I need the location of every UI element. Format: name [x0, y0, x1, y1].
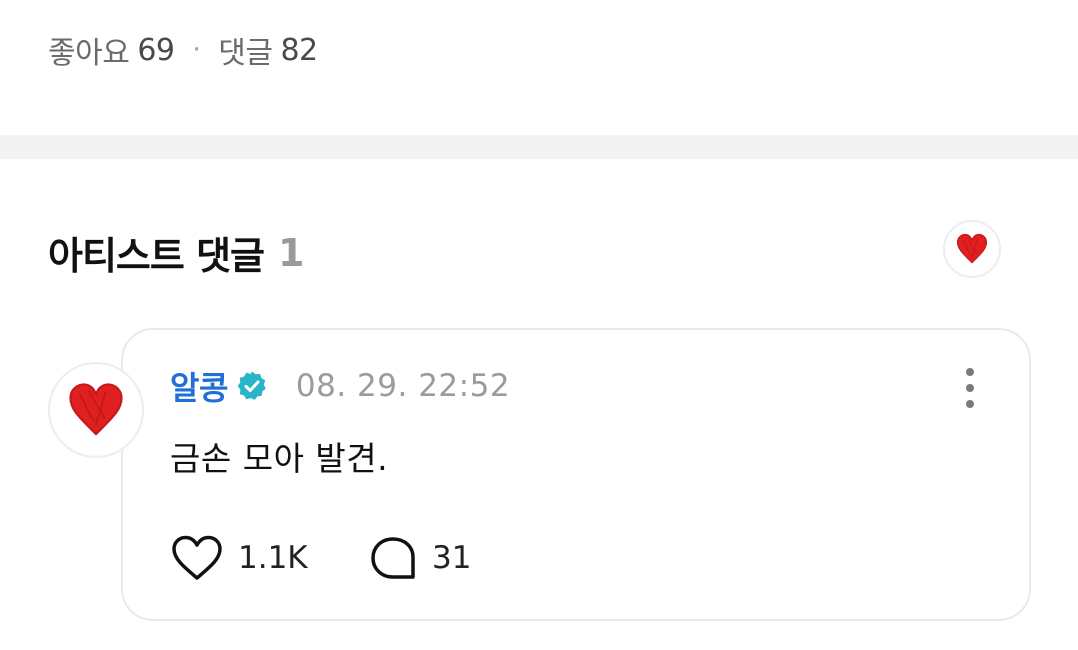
comment-date: 08. 29. 22:52 — [295, 368, 511, 404]
comment-text: 금손 모아 발견. — [170, 439, 389, 478]
more-vertical-icon[interactable] — [958, 368, 982, 408]
more-dot — [966, 368, 974, 376]
likes-label: 좋아요 — [48, 36, 130, 71]
artist-filter-avatar[interactable] — [943, 220, 1001, 278]
artist-comments-title: 아티스트 댓글 — [48, 234, 265, 278]
like-button[interactable]: 1.1K — [170, 532, 308, 584]
avatar[interactable] — [48, 362, 144, 458]
red-heart-icon — [69, 383, 123, 436]
artist-comments-count: 1 — [278, 230, 304, 275]
likes-count: 69 — [137, 32, 175, 68]
like-count: 1.1K — [238, 540, 308, 576]
speech-bubble-icon — [371, 537, 415, 579]
comments-count: 82 — [280, 32, 318, 68]
more-dot — [966, 384, 974, 392]
section-divider — [0, 135, 1078, 159]
comment-author[interactable]: 알콩 — [170, 363, 228, 409]
stats-separator: · — [192, 35, 201, 65]
comment-header: 알콩 08. 29. 22:52 — [170, 363, 510, 409]
red-heart-icon — [956, 233, 988, 264]
artist-comments-heading: 아티스트 댓글 1 — [48, 225, 304, 280]
more-dot — [966, 400, 974, 408]
reply-count: 31 — [432, 540, 472, 576]
verified-badge-icon — [236, 370, 268, 402]
reply-button[interactable]: 31 — [368, 532, 471, 584]
post-stats: 좋아요 69 · 댓글 82 — [48, 28, 318, 72]
heart-outline-icon — [172, 535, 222, 580]
comments-label: 댓글 — [218, 36, 273, 71]
